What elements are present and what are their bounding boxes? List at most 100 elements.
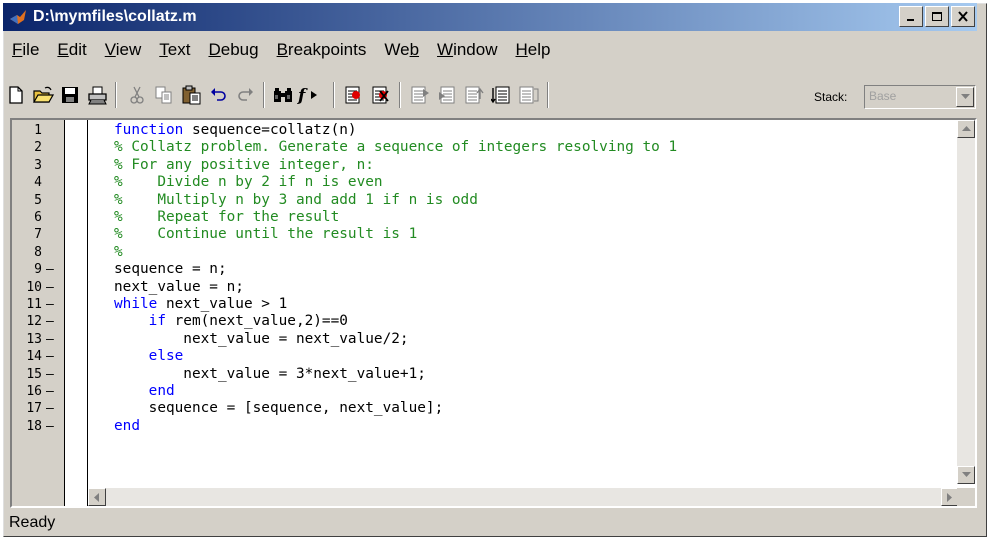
code-line[interactable]: end <box>114 383 175 400</box>
line-number: 6 <box>34 210 42 225</box>
save-button[interactable] <box>57 82 83 108</box>
code-line[interactable]: next_value = n; <box>114 279 244 296</box>
code-line[interactable]: end <box>114 418 140 435</box>
code-line[interactable]: next_value = 3*next_value+1; <box>114 366 426 383</box>
breakpoint-marker[interactable]: – <box>46 279 60 296</box>
exit-debug-button[interactable] <box>516 82 542 108</box>
clear-breakpoint-icon <box>372 86 389 104</box>
code-line[interactable]: if rem(next_value,2)==0 <box>114 313 348 330</box>
arrow-down-icon <box>961 472 971 477</box>
print-button[interactable] <box>85 82 111 108</box>
paste-button[interactable] <box>179 82 205 108</box>
menu-view[interactable]: View <box>96 36 151 64</box>
close-button[interactable] <box>951 6 975 27</box>
menu-text[interactable]: Text <box>150 36 199 64</box>
new-file-button[interactable] <box>3 82 29 108</box>
undo-button[interactable] <box>206 82 232 108</box>
printer-icon <box>88 86 107 105</box>
menu-file[interactable]: File <box>3 36 48 64</box>
set-breakpoint-button[interactable] <box>341 82 367 108</box>
breakpoint-marker[interactable]: – <box>46 418 60 435</box>
redo-button[interactable] <box>232 82 258 108</box>
code-line[interactable]: % Divide n by 2 if n is even <box>114 174 383 191</box>
line-number: 10 <box>26 279 42 295</box>
menu-edit[interactable]: Edit <box>48 36 95 64</box>
menu-window[interactable]: Window <box>428 36 506 64</box>
breakpoint-marker[interactable]: – <box>46 261 60 278</box>
scroll-down-button[interactable] <box>957 466 975 484</box>
matlab-logo-icon <box>10 10 26 24</box>
stack-label: Stack: <box>814 90 848 104</box>
function-browser-button[interactable]: f <box>297 82 323 108</box>
vertical-scrollbar[interactable] <box>957 120 975 484</box>
stack-dropdown-button[interactable] <box>956 87 974 107</box>
line-number: 12 <box>26 314 42 330</box>
undo-icon <box>211 88 226 101</box>
code-line[interactable]: % Multiply n by 3 and add 1 if n is odd <box>114 192 478 209</box>
code-line[interactable]: % Continue until the result is 1 <box>114 226 417 243</box>
copy-icon <box>155 86 172 104</box>
toolbar-separator <box>399 82 401 108</box>
scroll-up-button[interactable] <box>957 120 975 138</box>
line-number: 4 <box>34 175 42 191</box>
code-line[interactable]: % Repeat for the result <box>114 209 339 226</box>
step-in-button[interactable] <box>408 82 434 108</box>
code-line[interactable]: sequence = [sequence, next_value]; <box>114 400 444 417</box>
code-editor[interactable]: 1 function sequence=collatz(n) 2 % Collatz … <box>10 118 977 508</box>
maximize-button[interactable] <box>925 6 949 27</box>
minimize-button[interactable] <box>899 6 923 27</box>
arrow-right-icon <box>947 492 952 502</box>
menu-help[interactable]: Help <box>507 36 560 64</box>
find-button[interactable] <box>270 82 296 108</box>
menu-breakpoints[interactable]: Breakpoints <box>268 36 376 64</box>
step-out-icon <box>465 86 484 104</box>
function-icon: f <box>297 86 317 105</box>
breakpoint-marker[interactable]: – <box>46 400 60 417</box>
cut-button[interactable] <box>124 82 150 108</box>
breakpoint-marker[interactable]: – <box>46 366 60 383</box>
toolbar-separator <box>263 82 265 108</box>
gutter-divider <box>87 120 88 506</box>
line-number: 7 <box>34 227 42 243</box>
code-line[interactable]: while next_value > 1 <box>114 296 287 313</box>
breakpoint-marker[interactable]: – <box>46 348 60 365</box>
stack-value: Base <box>869 89 897 103</box>
menu-debug[interactable]: Debug <box>199 36 267 64</box>
code-line[interactable]: function sequence=collatz(n) <box>114 122 357 139</box>
arrow-up-icon <box>961 126 971 131</box>
step-in-icon <box>411 86 429 104</box>
paste-clipboard-icon <box>182 85 201 105</box>
code-line[interactable]: % For any positive integer, n: <box>114 157 374 174</box>
chevron-down-icon <box>960 94 970 99</box>
scroll-left-button[interactable] <box>88 488 106 506</box>
line-number: 5 <box>34 192 42 208</box>
toolbar-separator <box>333 82 335 108</box>
line-number: 1 <box>34 123 42 138</box>
code-line[interactable]: % Collatz problem. Generate a sequence o… <box>114 139 677 156</box>
breakpoint-marker[interactable]: – <box>46 313 60 330</box>
step-out-button[interactable] <box>462 82 488 108</box>
code-line[interactable]: % <box>114 244 123 261</box>
menu-web[interactable]: Web <box>375 36 428 64</box>
open-file-button[interactable] <box>30 82 56 108</box>
new-file-icon <box>9 86 23 104</box>
breakpoint-marker[interactable]: – <box>46 331 60 348</box>
scissors-icon <box>130 86 144 104</box>
continue-button[interactable] <box>489 82 515 108</box>
save-disk-icon <box>62 87 78 103</box>
line-number: 8 <box>34 244 42 260</box>
horizontal-scrollbar[interactable] <box>88 488 959 506</box>
scrollbar-corner <box>957 488 975 506</box>
breakpoint-marker[interactable]: – <box>46 383 60 400</box>
step-button[interactable] <box>435 82 461 108</box>
code-line[interactable]: else <box>114 348 184 365</box>
line-number: 11 <box>26 297 42 312</box>
line-number: 2 <box>34 140 42 156</box>
breakpoint-marker[interactable]: – <box>46 296 60 313</box>
stack-dropdown[interactable]: Base <box>864 85 976 109</box>
code-line[interactable]: next_value = next_value/2; <box>114 331 408 348</box>
code-line[interactable]: sequence = n; <box>114 261 227 278</box>
copy-button[interactable] <box>151 82 177 108</box>
title-bar[interactable]: D:\mymfiles\collatz.m <box>3 3 977 31</box>
clear-breakpoint-button[interactable] <box>368 82 394 108</box>
